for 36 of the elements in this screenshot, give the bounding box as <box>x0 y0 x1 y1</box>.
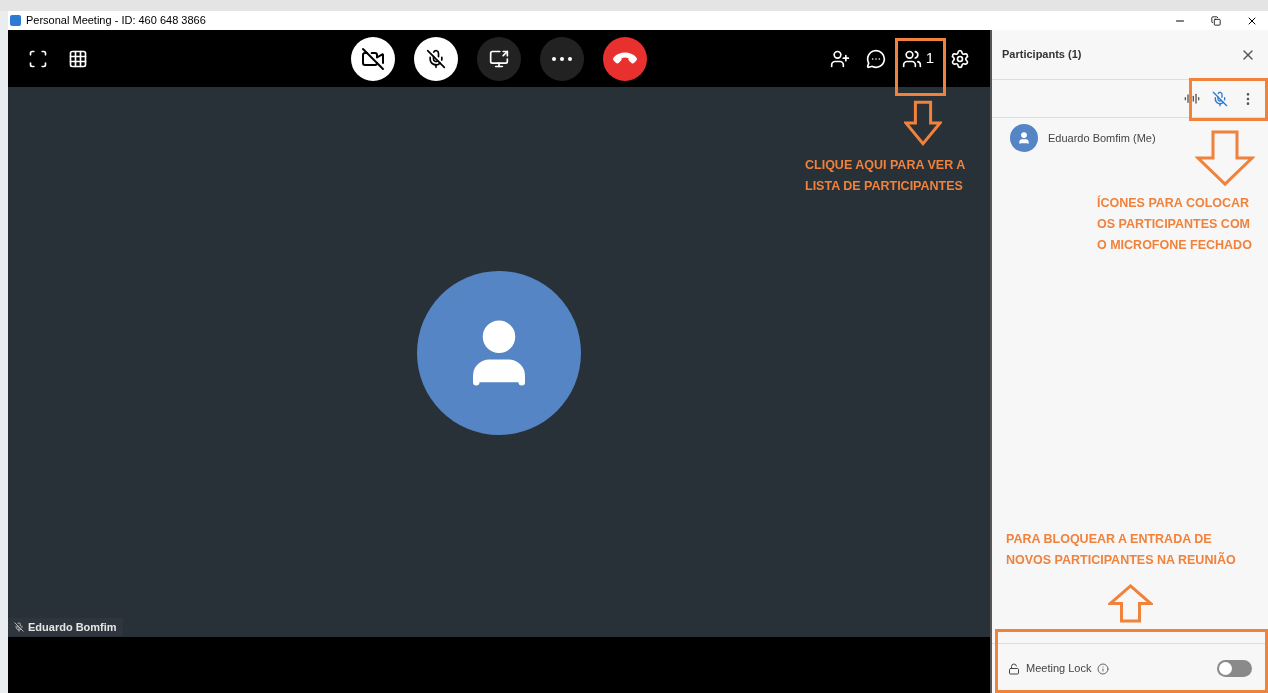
participant-name: Eduardo Bomfim <box>28 619 117 635</box>
settings-icon[interactable] <box>950 48 970 69</box>
down-arrow <box>904 100 942 146</box>
chat-icon[interactable] <box>865 48 886 69</box>
down-arrow <box>1195 129 1255 187</box>
share-screen-button[interactable] <box>477 36 521 81</box>
camera-off-icon <box>361 46 385 71</box>
camera-button[interactable] <box>351 36 395 81</box>
up-arrow <box>1108 584 1153 623</box>
participant-name[interactable]: Eduardo Bomfim (Me) <box>1048 129 1156 147</box>
app-icon <box>10 15 21 26</box>
mute-all-icon[interactable] <box>1212 90 1228 107</box>
participants-button[interactable]: 1 <box>901 47 934 70</box>
highlight-frame <box>895 38 946 96</box>
annotation-text: ÍCONES PARA COLOCAR OS PARTICIPANTES COM O MICROFONE FECHADO <box>1097 194 1252 254</box>
info-icon[interactable] <box>1097 662 1110 675</box>
annotation-text: CLIQUE AQUI PARA VER A LISTA DE PARTICIPANTES <box>805 157 966 195</box>
meeting-lock-label: Meeting Lock <box>1026 661 1092 677</box>
fullscreen-icon[interactable] <box>28 48 48 69</box>
more-button[interactable] <box>540 36 584 81</box>
restore-icon[interactable] <box>1211 15 1221 26</box>
meeting-lock-toggle[interactable] <box>1217 660 1252 677</box>
microphone-button[interactable] <box>414 36 458 81</box>
window-title: Personal Meeting - ID: 460 648 3866 <box>26 13 206 29</box>
unlock-icon <box>1008 662 1020 675</box>
microphone-off-icon <box>426 48 446 69</box>
participants-icon <box>901 48 922 69</box>
more-icon <box>552 56 572 61</box>
panel-title: Participants (1) <box>1002 47 1082 63</box>
grid-icon[interactable] <box>68 48 88 69</box>
share-screen-icon <box>489 48 509 69</box>
microphone-off-icon <box>14 622 24 632</box>
add-participant-icon[interactable] <box>829 48 850 69</box>
end-call-button[interactable] <box>603 36 647 81</box>
annotation-text: PARA BLOQUEAR A ENTRADA DE NOVOS PARTICIPANTES NA REUNIÃO <box>1006 531 1236 569</box>
person-icon <box>1017 131 1031 145</box>
